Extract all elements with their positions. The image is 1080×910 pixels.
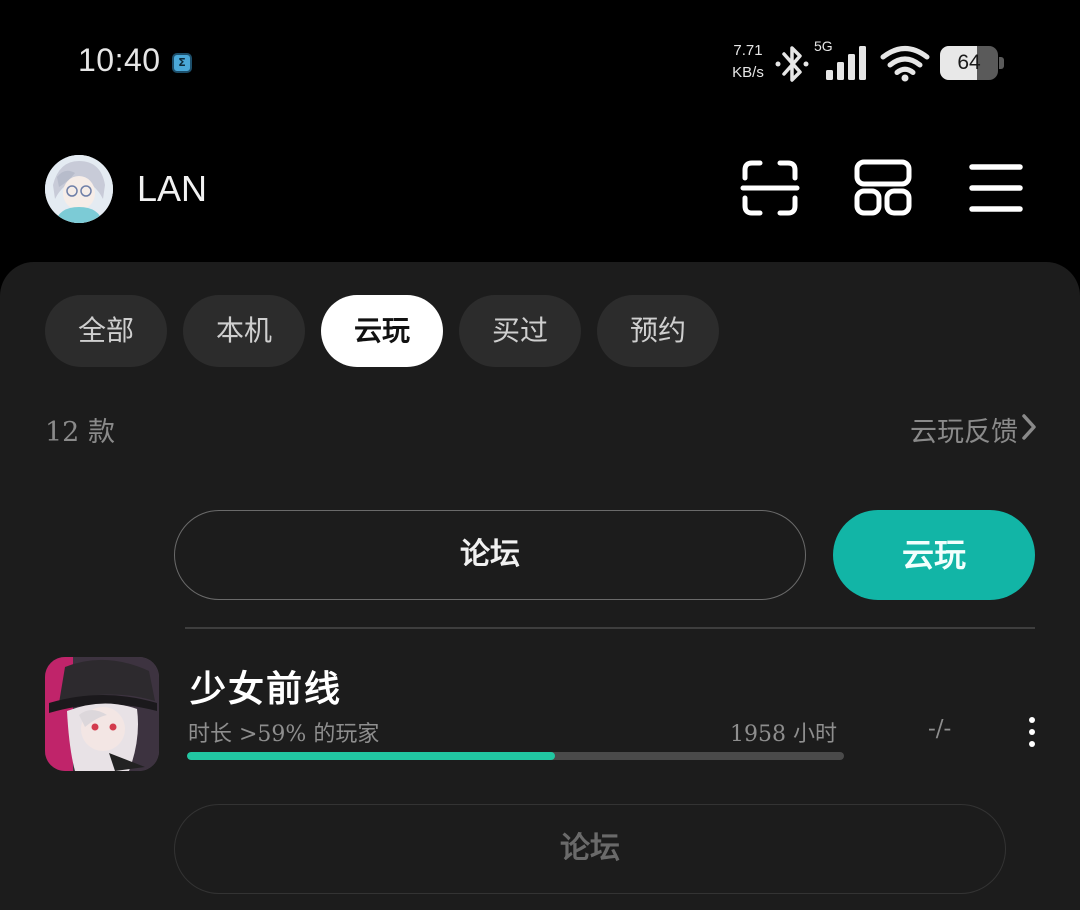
clock: 10:40 — [78, 42, 161, 78]
cloud-play-button[interactable]: 云玩 — [833, 510, 1035, 600]
avatar-image — [45, 155, 113, 223]
game-title: 少女前线 — [190, 668, 343, 710]
game-rating: -/- — [928, 716, 952, 742]
status-bar: 10:40 Σ 7.71 KB/s 5G 64 — [0, 0, 1080, 120]
tab-purchased[interactable]: 买过 — [459, 295, 581, 367]
username: LAN — [137, 168, 208, 209]
wifi-icon — [880, 46, 930, 82]
avatar[interactable] — [45, 155, 113, 223]
tab-all[interactable]: 全部 — [45, 295, 167, 367]
tab-local[interactable]: 本机 — [183, 295, 305, 367]
game-artwork — [45, 657, 159, 771]
bluetooth-icon — [775, 46, 809, 82]
notification-app-icon: Σ — [172, 53, 192, 73]
cellular-signal: 5G — [814, 38, 872, 82]
network-speed-unit: KB/s — [732, 64, 764, 81]
scan-icon[interactable] — [740, 158, 800, 218]
chevron-right-icon[interactable] — [1018, 412, 1040, 442]
menu-icon[interactable] — [966, 158, 1026, 218]
playtime-progress-bar — [187, 752, 844, 760]
more-options-icon[interactable] — [1020, 715, 1044, 749]
playtime-rank-label: 时长 >59% 的玩家 — [188, 722, 380, 747]
battery-level: 64 — [957, 51, 981, 74]
playtime-hours: 1958 小时 — [730, 722, 837, 747]
tab-reserved[interactable]: 预约 — [597, 295, 719, 367]
battery-tip — [999, 57, 1004, 69]
game-count: 12 款 — [45, 417, 115, 448]
divider — [185, 627, 1035, 629]
signal-bars-icon — [826, 46, 866, 80]
games-panel: 全部 本机 云玩 买过 预约 12 款 云玩反馈 论坛 云玩 少女前线 时长 >… — [0, 262, 1080, 910]
game-forum-button[interactable]: 论坛 — [174, 804, 1006, 894]
network-speed: 7.71 KB/s — [728, 40, 768, 84]
forum-button[interactable]: 论坛 — [174, 510, 806, 600]
battery-indicator: 64 — [940, 46, 1004, 80]
game-icon[interactable] — [45, 657, 159, 771]
grid-icon[interactable] — [853, 158, 913, 218]
network-speed-value: 7.71 — [733, 42, 763, 59]
profile-header: LAN — [0, 140, 1080, 240]
playtime-progress-fill — [187, 752, 555, 760]
tab-cloud-play[interactable]: 云玩 — [321, 295, 443, 367]
cloud-feedback-link[interactable]: 云玩反馈 — [910, 410, 1018, 449]
